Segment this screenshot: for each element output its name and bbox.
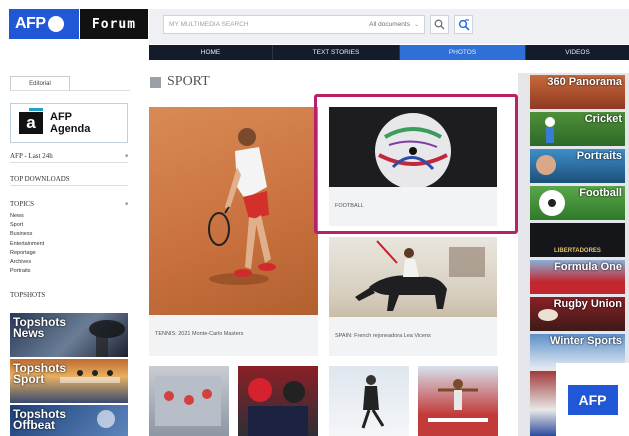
topic-link[interactable]: News (10, 212, 44, 221)
sidebar-topics-header[interactable]: TOPICS ■ (10, 200, 128, 210)
tile-title: Topshots Sport (13, 362, 66, 386)
afp-logo-box: AFP (567, 384, 618, 415)
search-placeholder: MY MULTIMEDIA SEARCH (169, 21, 249, 28)
rtile-label: Football (579, 187, 622, 199)
thumb-photo (155, 376, 221, 426)
advanced-search-icon (458, 18, 470, 31)
topshots-offbeat-tile[interactable]: Topshots Offbeat (10, 405, 128, 436)
rtile-label: Rugby Union (553, 298, 622, 310)
rtile-360-panorama[interactable]: 360 Panorama (530, 75, 625, 109)
overlay-logo-text: AFP (578, 391, 607, 408)
topic-link[interactable]: Archives (10, 258, 44, 267)
tab-editorial[interactable]: Editorial (10, 76, 70, 91)
tile-title-line2: Offbeat (13, 418, 55, 432)
rtile-formula-one[interactable]: Formula One (530, 260, 625, 294)
topic-link[interactable]: Portraits (10, 267, 44, 276)
tennis-player-photo (208, 128, 276, 285)
section-icon (150, 76, 161, 88)
thumb-photo (361, 375, 385, 429)
logo-text: AFP (15, 15, 46, 32)
bullet-icon: ■ (124, 153, 128, 159)
rtile-logo: LIBERTADORES (554, 248, 601, 254)
nav-text-stories[interactable]: TEXT STORIES (273, 45, 400, 60)
search-button[interactable] (430, 15, 449, 34)
thumb-photo (428, 379, 488, 422)
main-nav: HOME TEXT STORIES PHOTOS VIDEOS (149, 45, 629, 60)
rtile-label: Cricket (584, 113, 622, 125)
card-image (329, 237, 497, 317)
afp-agenda-link[interactable]: a AFP Agenda (10, 103, 128, 143)
sidebar-item-label: AFP - Last 24h (10, 152, 53, 160)
agenda-logo-icon: a (19, 108, 43, 134)
logo-dot-icon (47, 16, 64, 32)
photo-thumb[interactable] (238, 366, 318, 436)
rtile-label: Portraits (576, 150, 622, 162)
divider (10, 90, 130, 91)
afp-logo[interactable]: AFP (9, 9, 79, 39)
section-title: SPORT (167, 74, 210, 89)
advanced-search-button[interactable] (454, 15, 473, 34)
agenda-label-line2: Agenda (50, 123, 91, 135)
search-icon (434, 19, 445, 30)
rtile-rugby-union[interactable]: Rugby Union (530, 297, 625, 331)
tile-title-line2: Sport (13, 372, 45, 386)
photo-thumb[interactable] (329, 366, 409, 436)
tile-title: Topshots Offbeat (13, 408, 66, 432)
afp-overlay-logo: AFP (556, 363, 629, 436)
photo-card-tennis[interactable]: TENNIS: 2021 Monte-Carlo Masters (149, 107, 318, 356)
rtile-label: 360 Panorama (547, 76, 622, 88)
sidebar-item-label: TOP DOWNLOADS (10, 175, 70, 183)
photo-thumb[interactable] (149, 366, 229, 436)
selection-highlight (314, 94, 518, 234)
rtile-libertadores[interactable]: LIBERTADORES (530, 223, 625, 257)
rtile-label: Formula One (554, 261, 622, 273)
forum-label[interactable]: Forum (80, 9, 148, 39)
sidebar-topshots-header: TOPSHOTS (10, 291, 128, 301)
topic-link[interactable]: Sport (10, 221, 44, 230)
sidebar-item-top-downloads[interactable]: TOP DOWNLOADS (10, 175, 128, 186)
topshots-sport-tile[interactable]: Topshots Sport (10, 359, 128, 403)
chevron-down-icon: ⌄ (413, 22, 419, 28)
page: AFP Forum MY MULTIMEDIA SEARCH All docum… (0, 0, 629, 436)
search-scope-select[interactable]: All documents (369, 21, 410, 28)
photo-card-rejoneadora[interactable]: SPAIN: French rejoneadora Lea Vicens (329, 237, 497, 356)
card-caption: TENNIS: 2021 Monte-Carlo Masters (155, 331, 244, 337)
tile-title-line2: News (13, 326, 45, 340)
agenda-label: AFP Agenda (50, 111, 90, 135)
tile-title: Topshots News (13, 316, 66, 340)
sidebar-item-afp-last-24h[interactable]: AFP - Last 24h ■ (10, 152, 128, 163)
photo-thumb[interactable] (418, 366, 498, 436)
topics-title: TOPICS (10, 200, 34, 208)
nav-photos[interactable]: PHOTOS (400, 45, 526, 60)
rtile-cricket[interactable]: Cricket (530, 112, 625, 146)
topic-link[interactable]: Reportage (10, 249, 44, 258)
nav-home[interactable]: HOME (149, 45, 273, 60)
topshots-news-tile[interactable]: Topshots News (10, 313, 128, 357)
section-header: SPORT (150, 74, 210, 90)
topics-list: News Sport Business Entertainment Report… (10, 212, 44, 276)
search-input[interactable]: MY MULTIMEDIA SEARCH All documents ⌄ (163, 15, 425, 34)
thumb-photo (248, 378, 308, 436)
nav-videos[interactable]: VIDEOS (526, 45, 629, 60)
card-caption: SPAIN: French rejoneadora Lea Vicens (335, 333, 431, 339)
topshots-title: TOPSHOTS (10, 291, 46, 299)
topic-link[interactable]: Entertainment (10, 240, 44, 249)
rtile-football[interactable]: Football (530, 186, 625, 220)
agenda-label-line1: AFP (50, 111, 72, 123)
rtile-label: Winter Sports (549, 335, 622, 347)
topic-link[interactable]: Business (10, 230, 44, 239)
rtile-portraits[interactable]: Portraits (530, 149, 625, 183)
horse-photo (355, 240, 485, 311)
bullet-icon: ■ (124, 201, 128, 207)
card-image (149, 107, 318, 315)
